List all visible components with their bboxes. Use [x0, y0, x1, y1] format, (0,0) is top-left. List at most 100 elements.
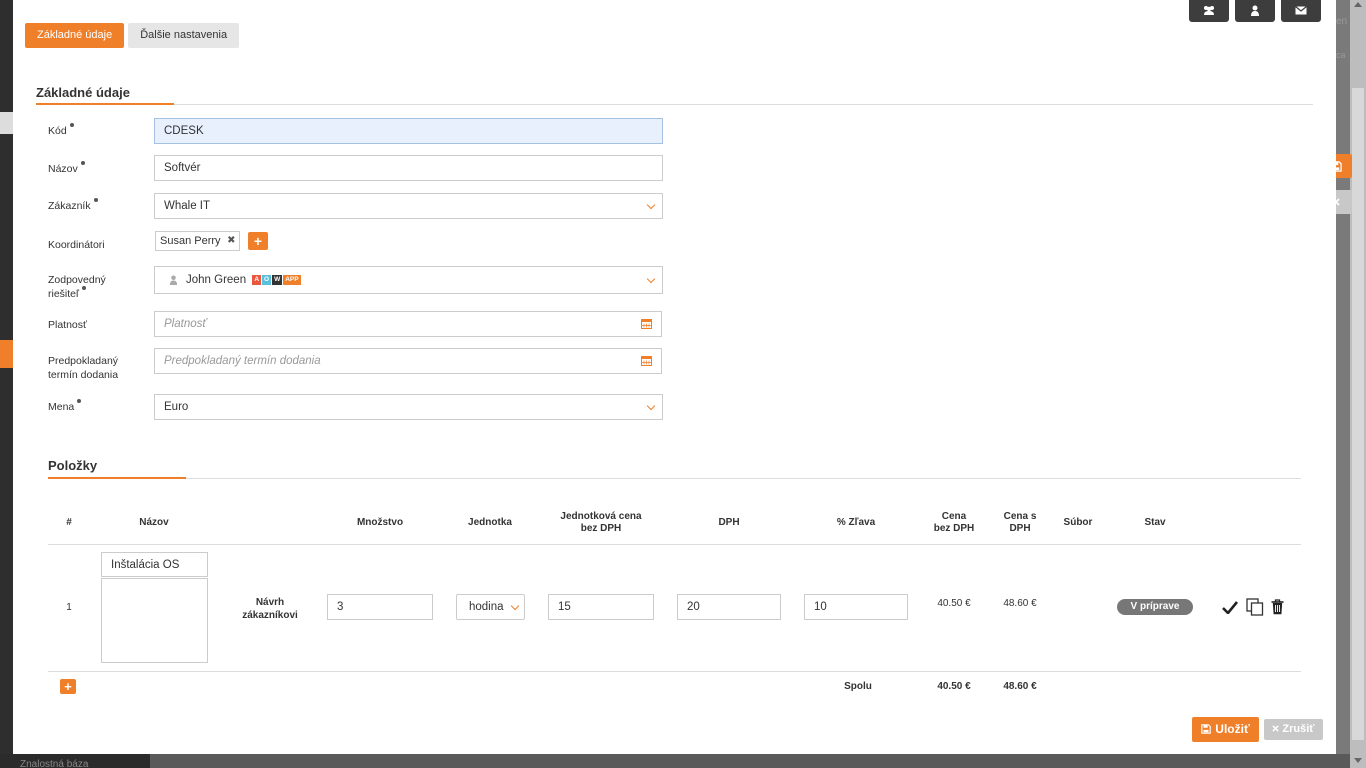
currency-label: Mena — [48, 399, 82, 414]
responsible-select[interactable]: John Green A O W APP — [154, 266, 663, 294]
scroll-up-arrow[interactable] — [1354, 2, 1362, 7]
price-excl-header-line2: bez DPH — [933, 523, 975, 534]
user-avatar-icon — [169, 275, 178, 285]
items-section-divider — [48, 478, 1301, 479]
remove-tag-icon[interactable]: ✖ — [227, 232, 235, 250]
totals-price-incl: 48.60 € — [1003, 681, 1037, 692]
col-header-file: Súbor — [1063, 517, 1093, 528]
add-coordinator-button[interactable]: + — [248, 232, 268, 250]
background-left-panel — [0, 0, 13, 768]
customer-label-text: Zákazník — [48, 200, 91, 212]
coordinator-tag: Susan Perry ✖ — [155, 231, 240, 251]
background-right-text-2: ca — [1336, 50, 1346, 60]
email-button[interactable] — [1281, 0, 1321, 22]
responsible-label-line2: riešiteľ — [48, 288, 80, 300]
col-header-unit: Jednotka — [468, 517, 512, 528]
trash-icon[interactable] — [1271, 599, 1284, 615]
chevron-down-icon — [510, 601, 520, 611]
unit-value: hodina — [469, 601, 504, 613]
template-line2: zákazníkovi — [242, 610, 298, 621]
copy-icon[interactable] — [1246, 598, 1264, 616]
name-field[interactable]: Softvér — [154, 155, 663, 181]
cancel-button[interactable]: Zrušiť — [1264, 719, 1323, 740]
responsible-label: Zodpovedný riešiteľ — [48, 273, 106, 301]
col-header-name: Názov — [139, 517, 169, 528]
chevron-down-icon — [646, 274, 656, 284]
close-icon — [1272, 725, 1280, 732]
delivery-placeholder: Predpokladaný termín dodania — [164, 355, 321, 367]
users-icon — [1204, 5, 1214, 15]
col-header-discount: % Zľava — [836, 517, 876, 528]
unit-select[interactable]: hodina — [456, 594, 525, 620]
table-row-divider — [48, 671, 1301, 672]
responsible-value: John Green — [186, 274, 247, 286]
basic-section-divider — [36, 104, 1313, 105]
item-template-label: Návrh zákazníkovi — [231, 596, 309, 622]
code-label: Kód — [48, 123, 74, 138]
tab-basic-info[interactable]: Základné údaje — [25, 23, 125, 48]
save-button[interactable]: Uložiť — [1192, 717, 1259, 742]
item-description-textarea[interactable] — [101, 578, 208, 663]
discount-input[interactable]: 10 — [804, 594, 908, 620]
required-dot — [77, 399, 82, 403]
delivery-label-line2: termín dodania — [48, 369, 119, 381]
currency-value: Euro — [164, 401, 189, 413]
unit-price-input[interactable]: 15 — [548, 594, 654, 620]
users-button[interactable] — [1189, 0, 1229, 22]
tab-bar: Základné údaje Ďalšie nastavenia — [25, 23, 240, 48]
required-dot — [82, 286, 87, 290]
code-field[interactable]: CDESK — [154, 118, 663, 144]
user-button[interactable] — [1235, 0, 1275, 22]
delivery-date-field[interactable]: Predpokladaný termín dodania — [154, 348, 662, 374]
name-label: Názov — [48, 161, 85, 176]
calendar-icon[interactable] — [641, 355, 652, 366]
item-name-input[interactable]: Inštalácia OS — [101, 552, 208, 577]
table-header-divider — [48, 544, 1301, 545]
price-incl-value: 48.60 € — [1003, 598, 1037, 609]
customer-value: Whale IT — [164, 200, 211, 212]
add-item-button[interactable]: + — [60, 679, 76, 694]
quantity-input[interactable]: 3 — [327, 594, 433, 620]
code-label-text: Kód — [48, 125, 67, 137]
calendar-icon[interactable] — [641, 318, 652, 329]
coordinator-tag-label: Susan Perry — [160, 235, 221, 247]
template-line1: Návrh — [255, 597, 285, 608]
basic-section-accent — [36, 103, 174, 105]
basic-section-title: Základné údaje — [36, 85, 130, 100]
envelope-icon — [1295, 5, 1307, 14]
unit-price-header-line1: Jednotková cena — [560, 511, 642, 522]
items-section-title: Položky — [48, 458, 98, 473]
currency-label-text: Mena — [48, 401, 75, 413]
background-bottom-bar: Znalostná báza — [0, 754, 1366, 768]
validity-label: Platnosť — [48, 319, 87, 331]
background-active-menu-item — [0, 340, 13, 368]
validity-date-field[interactable]: Platnosť — [154, 311, 662, 337]
user-icon — [1251, 5, 1259, 16]
delivery-label: Predpokladaný termín dodania — [48, 354, 118, 382]
price-incl-header-line2: DPH — [1009, 523, 1031, 534]
page-scrollbar[interactable] — [1350, 0, 1366, 768]
col-header-number: # — [66, 517, 72, 528]
required-dot — [80, 161, 85, 165]
currency-select[interactable]: Euro — [154, 394, 663, 420]
scrollbar-thumb[interactable] — [1352, 88, 1364, 740]
floppy-icon — [1201, 724, 1212, 734]
col-header-price-incl: Cena s DPH — [995, 511, 1045, 535]
items-section-accent — [48, 477, 186, 479]
name-label-text: Názov — [48, 163, 78, 175]
unit-price-header-line2: bez DPH — [580, 523, 622, 534]
tab-other-settings[interactable]: Ďalšie nastavenia — [128, 23, 240, 48]
required-dot — [93, 198, 98, 202]
background-knowledge-base-link: Znalostná báza — [0, 754, 150, 768]
checkmark-icon[interactable] — [1222, 601, 1238, 614]
plus-icon: + — [253, 233, 263, 249]
offer-modal: Základné údaje Ďalšie nastavenia Základn… — [13, 0, 1336, 754]
role-badge-a: A — [252, 274, 262, 285]
role-badge-o: O — [262, 274, 272, 285]
scroll-down-arrow[interactable] — [1354, 758, 1362, 763]
coordinators-label: Koordinátori — [48, 239, 105, 251]
col-header-vat: DPH — [718, 517, 740, 528]
vat-input[interactable]: 20 — [677, 594, 781, 620]
customer-select[interactable]: Whale IT — [154, 193, 663, 219]
background-right-text: en — [1336, 16, 1348, 27]
